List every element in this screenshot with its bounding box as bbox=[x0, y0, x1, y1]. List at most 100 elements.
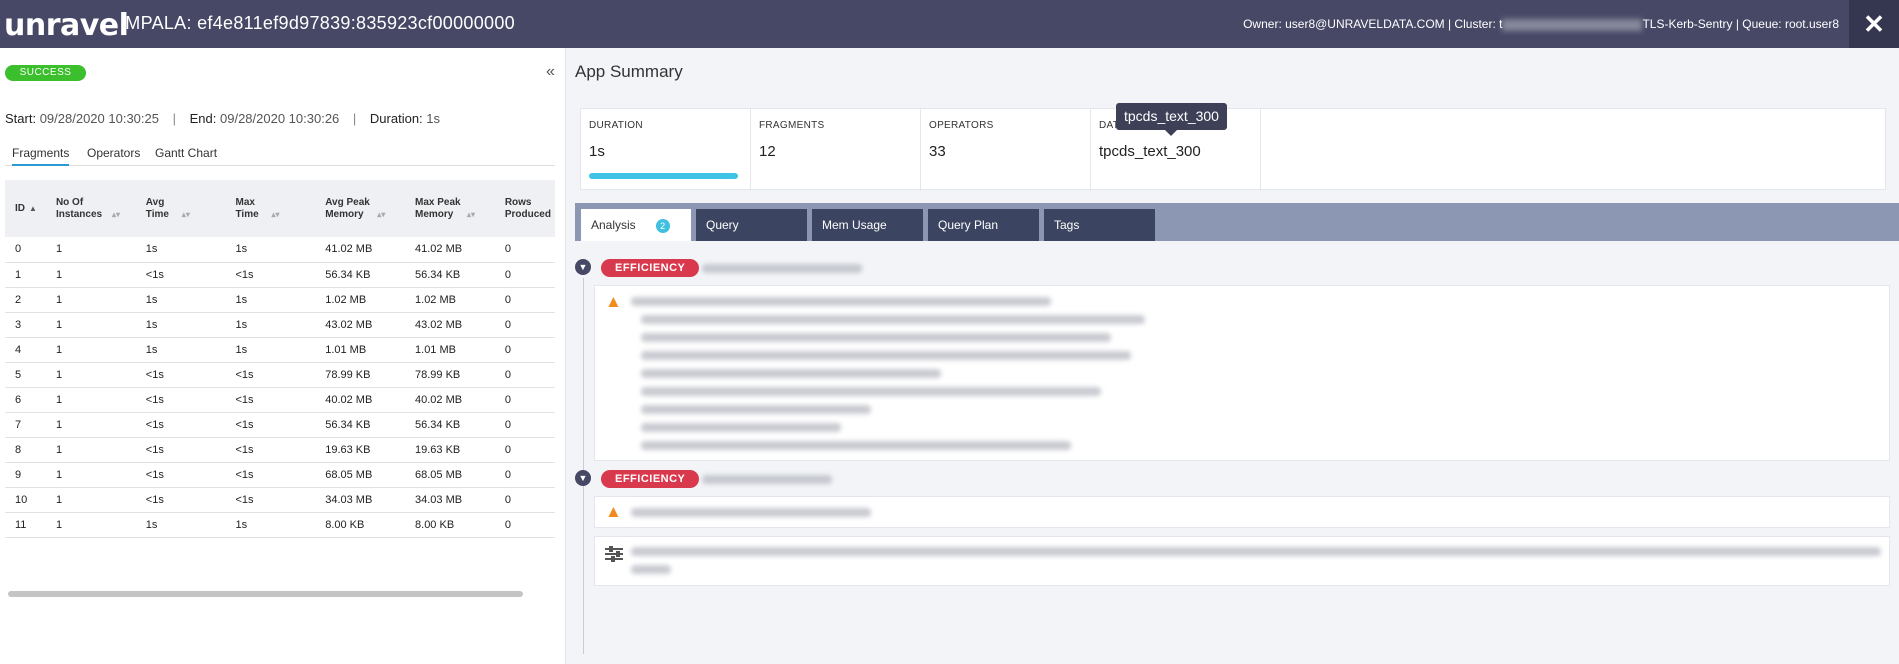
table-cell: 1 bbox=[45, 362, 136, 388]
table-row[interactable]: 5 1 <1s <1s 78.99 KB 78.99 KB 0 bbox=[5, 362, 555, 388]
table-cell: <1s bbox=[225, 262, 316, 288]
tab-query[interactable]: Query bbox=[696, 209, 807, 241]
table-cell: 1 bbox=[45, 287, 136, 313]
table-cell: 4 bbox=[5, 337, 46, 363]
tab-gantt-chart[interactable]: Gantt Chart bbox=[155, 146, 217, 160]
warning-icon: ▲ bbox=[605, 502, 622, 521]
column-header-instances[interactable]: No Of Instances ▴▾ bbox=[45, 180, 136, 237]
card-value: 12 bbox=[759, 143, 776, 160]
table-cell: 1.02 MB bbox=[315, 287, 406, 313]
table-cell: 7 bbox=[5, 412, 46, 438]
table-cell: 2 bbox=[5, 287, 46, 313]
efficiency-badge: EFFICIENCY bbox=[601, 470, 700, 488]
table-row[interactable]: 2 1 1s 1s 1.02 MB 1.02 MB 0 bbox=[5, 287, 555, 313]
card-fragments: FRAGMENTS 12 bbox=[751, 109, 921, 191]
card-value: tpcds_text_300 bbox=[1099, 143, 1201, 160]
tab-query-plan[interactable]: Query Plan bbox=[928, 209, 1039, 241]
left-tabs: Fragments Operators Gantt Chart bbox=[5, 144, 555, 166]
redacted-text bbox=[631, 508, 871, 517]
redacted-text bbox=[631, 297, 1051, 306]
collapse-panel-icon[interactable]: « bbox=[546, 63, 555, 81]
table-cell: 11 bbox=[5, 512, 46, 538]
table-row[interactable]: 0 1 1s 1s 41.02 MB 41.02 MB 0 bbox=[5, 237, 555, 263]
table-cell: 0 bbox=[494, 362, 555, 388]
column-header-avg-time[interactable]: Avg Time ▴▾ bbox=[135, 180, 226, 237]
chevron-down-icon[interactable]: ▼ bbox=[575, 259, 591, 275]
warning-icon: ▲ bbox=[605, 292, 622, 311]
tab-fragments[interactable]: Fragments bbox=[12, 146, 70, 166]
table-row[interactable]: 9 1 <1s <1s 68.05 MB 68.05 MB 0 bbox=[5, 462, 555, 488]
table-cell: 0 bbox=[494, 312, 555, 338]
chevron-down-icon[interactable]: ▼ bbox=[575, 470, 591, 486]
table-cell: 56.34 KB bbox=[315, 412, 406, 438]
horizontal-scrollbar[interactable] bbox=[8, 591, 523, 597]
table-cell: 1s bbox=[135, 237, 226, 263]
table-cell: 1 bbox=[45, 462, 136, 488]
separator: | bbox=[352, 111, 357, 126]
tab-operators[interactable]: Operators bbox=[87, 146, 140, 160]
table-cell: 78.99 KB bbox=[405, 362, 495, 388]
table-cell: 0 bbox=[494, 487, 555, 513]
redacted-text bbox=[631, 547, 1881, 556]
table-cell: <1s bbox=[135, 387, 226, 413]
table-cell: <1s bbox=[135, 412, 226, 438]
close-button[interactable]: ✕ bbox=[1849, 0, 1899, 48]
right-panel: App Summary DURATION 1s FRAGMENTS 12 OPE… bbox=[566, 48, 1899, 664]
table-row[interactable]: 11 1 1s 1s 8.00 KB 8.00 KB 0 bbox=[5, 512, 555, 538]
column-header-rows-produced[interactable]: Rows Produced bbox=[494, 180, 555, 237]
table-cell: 1 bbox=[45, 262, 136, 288]
table-cell: 0 bbox=[494, 337, 555, 363]
column-header-avg-peak-memory[interactable]: Avg Peak Memory ▴▾ bbox=[315, 180, 406, 237]
table-cell: 78.99 KB bbox=[315, 362, 406, 388]
table-cell: 1s bbox=[225, 312, 316, 338]
table-cell: 1 bbox=[45, 337, 136, 363]
left-panel: SUCCESS « Start: 09/28/2020 10:30:25 | E… bbox=[0, 48, 566, 664]
table-cell: 34.03 MB bbox=[405, 487, 495, 513]
table-cell: 19.63 KB bbox=[405, 437, 495, 463]
table-cell: 0 bbox=[494, 412, 555, 438]
unravel-logo[interactable]: unravel bbox=[4, 8, 129, 43]
table-cell: 0 bbox=[5, 237, 46, 263]
column-header-id[interactable]: ID ▲ bbox=[5, 180, 46, 237]
table-cell: 0 bbox=[494, 287, 555, 313]
run-times: Start: 09/28/2020 10:30:25 | End: 09/28/… bbox=[5, 111, 440, 126]
card-label: FRAGMENTS bbox=[759, 120, 825, 131]
redacted-text bbox=[641, 441, 1071, 450]
table-row[interactable]: 1 1 <1s <1s 56.34 KB 56.34 KB 0 bbox=[5, 262, 555, 288]
table-cell: 1 bbox=[5, 262, 46, 288]
table-row[interactable]: 8 1 <1s <1s 19.63 KB 19.63 KB 0 bbox=[5, 437, 555, 463]
analysis-count-badge: 2 bbox=[655, 218, 670, 233]
column-header-max-time[interactable]: Max Time ▴▾ bbox=[225, 180, 316, 237]
table-row[interactable]: 7 1 <1s <1s 56.34 KB 56.34 KB 0 bbox=[5, 412, 555, 438]
app-meta: Owner: user8@UNRAVELDATA.COM | Cluster: … bbox=[1243, 17, 1839, 31]
column-header-max-peak-memory[interactable]: Max Peak Memory ▴▾ bbox=[405, 180, 495, 237]
tab-mem-usage[interactable]: Mem Usage bbox=[812, 209, 923, 241]
table-row[interactable]: 6 1 <1s <1s 40.02 MB 40.02 MB 0 bbox=[5, 387, 555, 413]
table-cell: 43.02 MB bbox=[405, 312, 495, 338]
table-cell: 1 bbox=[45, 237, 136, 263]
table-cell: 1s bbox=[135, 312, 226, 338]
start-value: 09/28/2020 10:30:25 bbox=[39, 111, 159, 126]
timeline-line bbox=[583, 278, 584, 654]
table-cell: <1s bbox=[135, 262, 226, 288]
table-row[interactable]: 4 1 1s 1s 1.01 MB 1.01 MB 0 bbox=[5, 337, 555, 363]
efficiency-badge: EFFICIENCY bbox=[601, 259, 700, 277]
table-cell: 1s bbox=[225, 287, 316, 313]
table-cell: 0 bbox=[494, 262, 555, 288]
table-row[interactable]: 10 1 <1s <1s 34.03 MB 34.03 MB 0 bbox=[5, 487, 555, 513]
redacted-text bbox=[641, 405, 871, 414]
redacted-text bbox=[641, 369, 941, 378]
table-cell: 0 bbox=[494, 437, 555, 463]
table-cell: <1s bbox=[225, 362, 316, 388]
page-title: App Summary bbox=[575, 62, 683, 81]
table-cell: 1.02 MB bbox=[405, 287, 495, 313]
table-cell: 1s bbox=[135, 337, 226, 363]
redacted-text bbox=[641, 423, 841, 432]
table-cell: <1s bbox=[135, 487, 226, 513]
tab-tags[interactable]: Tags bbox=[1044, 209, 1155, 241]
table-cell: 1 bbox=[45, 512, 136, 538]
tab-analysis[interactable]: Analysis 2 bbox=[581, 209, 691, 241]
fragments-table: ID ▲ No Of Instances ▴▾ Avg Time ▴▾ Max Tim… bbox=[5, 180, 555, 538]
table-row[interactable]: 3 1 1s 1s 43.02 MB 43.02 MB 0 bbox=[5, 312, 555, 338]
table-cell: 1s bbox=[225, 512, 316, 538]
